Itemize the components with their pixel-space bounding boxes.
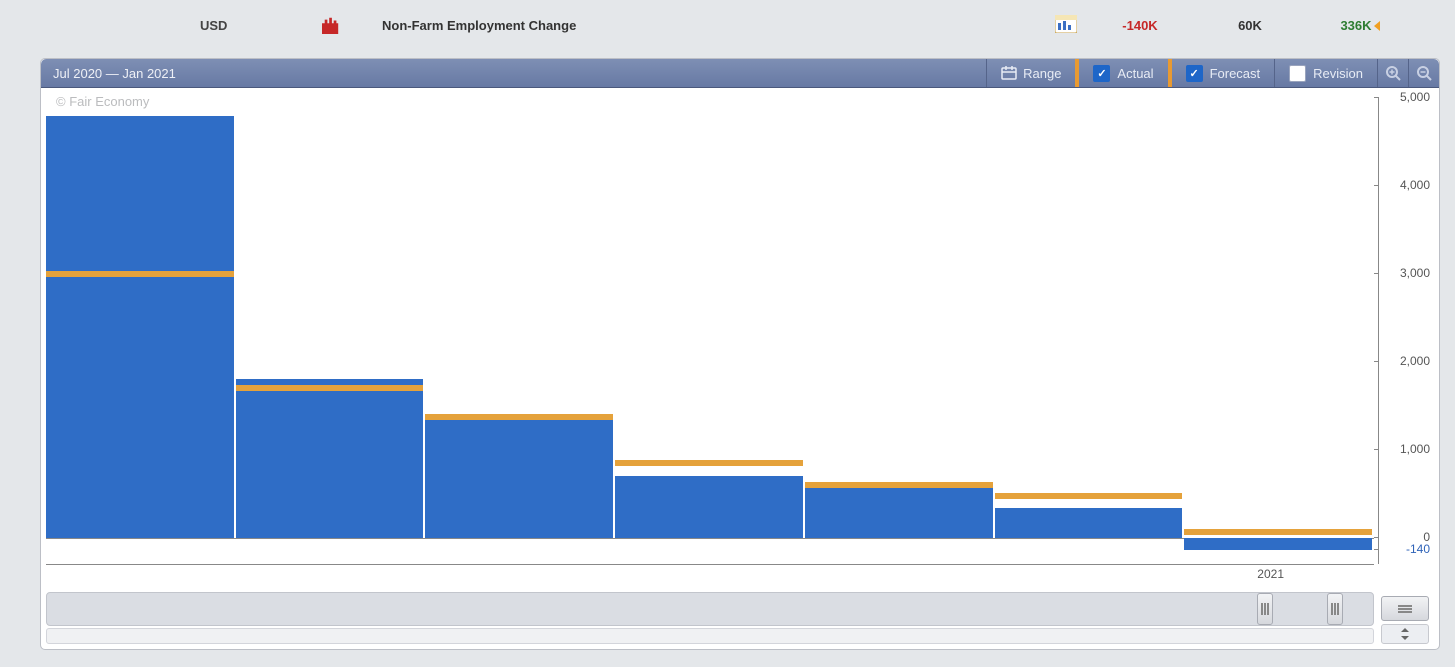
checkbox-icon xyxy=(1093,65,1110,82)
chart-toggle-icon[interactable] xyxy=(1055,15,1077,33)
bar-actual xyxy=(805,484,993,538)
zoom-in-icon[interactable] xyxy=(1377,59,1408,87)
event-info-row: USD Non-Farm Employment Change -140K 60K… xyxy=(0,0,1455,50)
event-title: Non-Farm Employment Change xyxy=(382,18,576,33)
bar-actual xyxy=(1184,538,1372,550)
y-axis: 5,0004,0003,0002,0001,0000-140 xyxy=(1378,98,1434,564)
chart-panel: Jul 2020 — Jan 2021 Range Actual Forecas… xyxy=(40,58,1440,650)
vertical-controls xyxy=(1381,596,1429,644)
bar-actual xyxy=(615,476,803,538)
bar-forecast xyxy=(805,482,993,488)
bar-forecast xyxy=(46,271,234,277)
x-axis: 2021 xyxy=(46,564,1374,589)
bar-actual xyxy=(46,116,234,538)
checkbox-icon xyxy=(1186,65,1203,82)
visible-range-text: Jul 2020 — Jan 2021 xyxy=(41,66,176,81)
value-actual: -140K xyxy=(1085,18,1195,33)
value-forecast: 60K xyxy=(1195,18,1305,33)
vertical-drag-grip[interactable] xyxy=(1381,596,1429,621)
horizontal-scrollbar[interactable] xyxy=(46,628,1374,644)
toggle-actual[interactable]: Actual xyxy=(1075,59,1167,87)
y-tick: 5,000 xyxy=(1379,90,1434,104)
bar-forecast xyxy=(236,385,424,391)
bar-forecast xyxy=(995,493,1183,499)
y-tick: 2,000 xyxy=(1379,354,1434,368)
y-tick: 1,000 xyxy=(1379,442,1434,456)
range-handle-left[interactable] xyxy=(1257,593,1273,625)
event-values: -140K 60K 336K xyxy=(1055,0,1415,50)
bar-actual xyxy=(995,508,1183,538)
y-last-value: -140 xyxy=(1379,542,1434,556)
range-handle-right[interactable] xyxy=(1327,593,1343,625)
value-previous: 336K xyxy=(1305,18,1415,33)
range-slider-track[interactable] xyxy=(46,592,1374,626)
currency-code: USD xyxy=(200,18,300,33)
bar-forecast xyxy=(1184,529,1372,535)
bar-forecast xyxy=(615,460,803,466)
bar-actual xyxy=(425,417,613,537)
plot-area: © Fair Economy 5,0004,0003,0002,0001,000… xyxy=(46,88,1434,644)
y-tick: 3,000 xyxy=(1379,266,1434,280)
range-selector-button[interactable]: Range xyxy=(986,59,1075,87)
impact-high-icon xyxy=(320,16,342,34)
toggle-revision[interactable]: Revision xyxy=(1274,59,1377,87)
bar-forecast xyxy=(425,414,613,420)
bar-actual xyxy=(236,379,424,537)
checkbox-icon xyxy=(1289,65,1306,82)
y-tick: 4,000 xyxy=(1379,178,1434,192)
chart-toolbar: Jul 2020 — Jan 2021 Range Actual Forecas… xyxy=(41,59,1439,88)
toggle-forecast[interactable]: Forecast xyxy=(1168,59,1275,87)
calendar-icon xyxy=(1001,66,1017,80)
vertical-resize-button[interactable] xyxy=(1381,624,1429,644)
zoom-out-icon[interactable] xyxy=(1408,59,1439,87)
bars-area xyxy=(46,98,1374,564)
x-axis-label: 2021 xyxy=(1257,567,1284,581)
revised-arrow-icon xyxy=(1374,21,1380,31)
